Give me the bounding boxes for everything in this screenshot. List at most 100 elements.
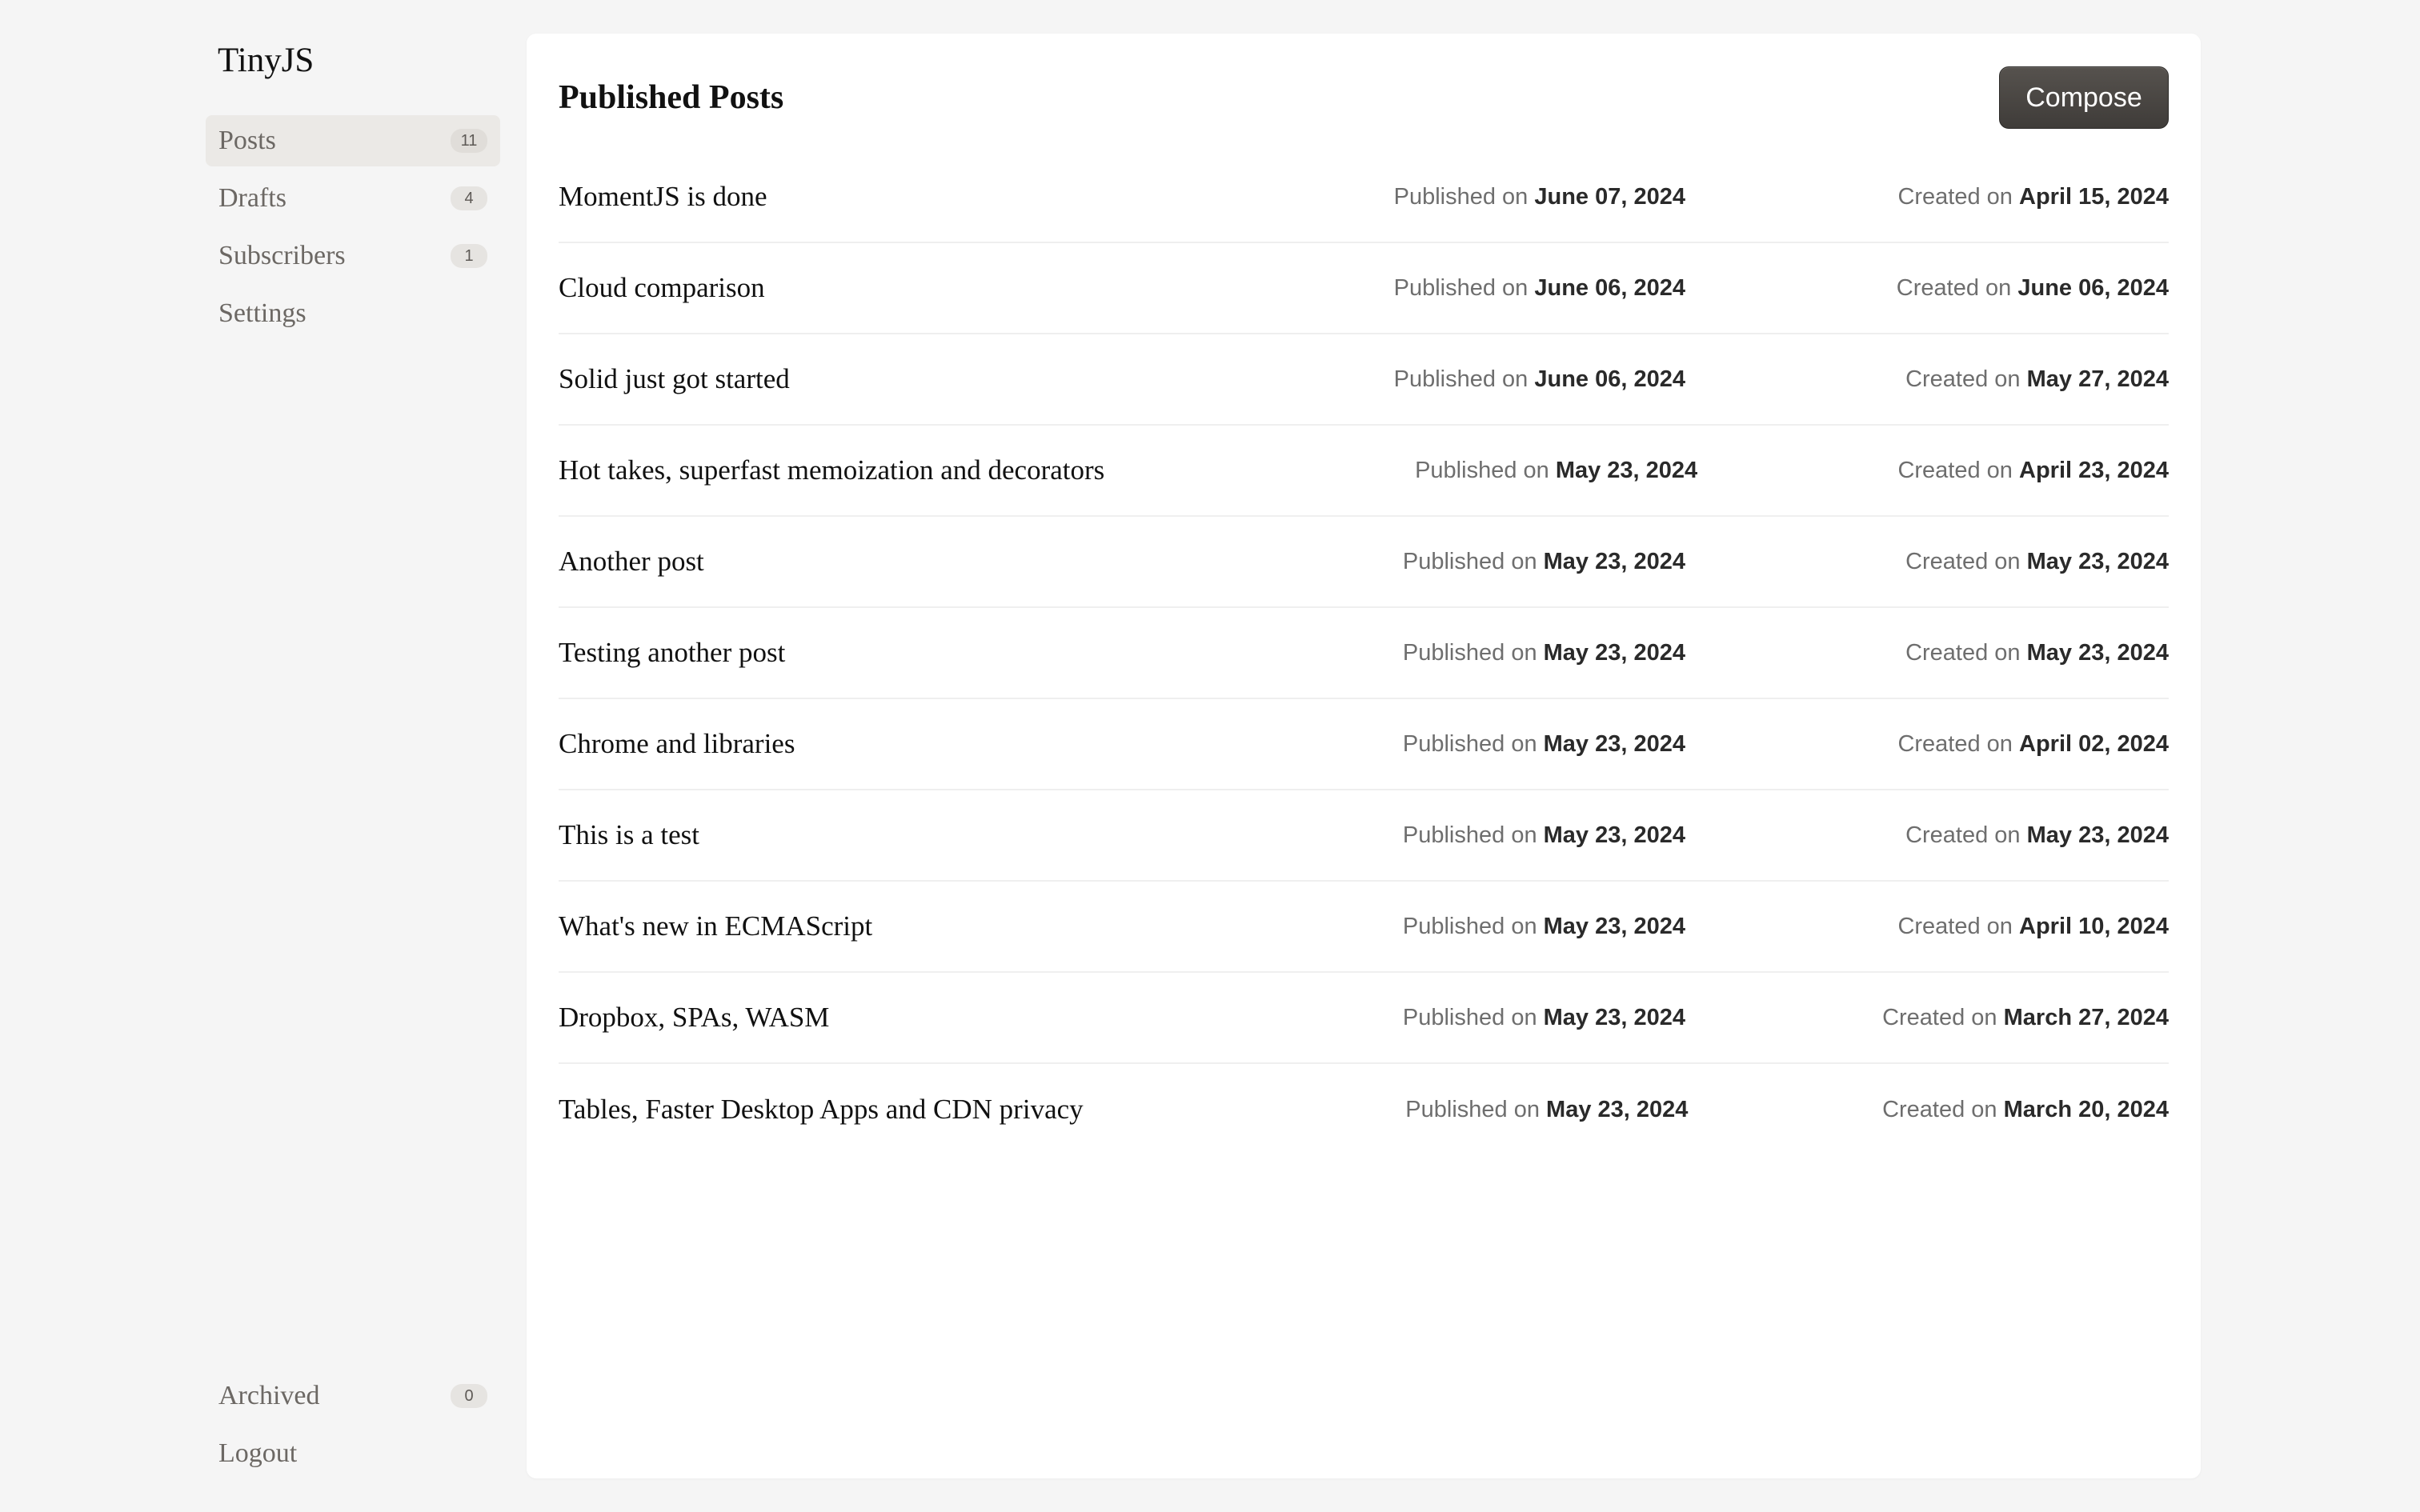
created-prefix: Created on	[1897, 457, 2013, 483]
created-date: Created on April 23, 2024	[1697, 458, 2169, 484]
post-row[interactable]: Solid just got started Published on June …	[559, 334, 2169, 426]
published-date: Published on May 23, 2024	[1077, 731, 1685, 758]
post-row[interactable]: Chrome and libraries Published on May 23,…	[559, 699, 2169, 790]
created-date: Created on April 15, 2024	[1685, 184, 2169, 210]
published-date-value: May 23, 2024	[1543, 639, 1685, 666]
published-date: Published on May 23, 2024	[1077, 914, 1685, 940]
published-prefix: Published on	[1393, 274, 1529, 301]
post-title[interactable]: Another post	[559, 546, 1077, 578]
post-row[interactable]: What's new in ECMAScript Published on May…	[559, 882, 2169, 973]
sidebar-item-settings[interactable]: Settings	[206, 288, 500, 339]
published-date-value: May 23, 2024	[1543, 913, 1685, 939]
created-date-value: May 27, 2024	[2026, 366, 2169, 392]
created-prefix: Created on	[1905, 366, 2021, 392]
published-date-value: May 23, 2024	[1543, 822, 1685, 848]
sidebar-item-drafts[interactable]: Drafts 4	[206, 173, 500, 224]
post-row[interactable]: Another post Published on May 23, 2024 Cre…	[559, 517, 2169, 608]
created-prefix: Created on	[1905, 639, 2021, 666]
post-row[interactable]: MomentJS is done Published on June 07, 20…	[559, 152, 2169, 243]
published-date-value: May 23, 2024	[1543, 730, 1685, 757]
published-date: Published on June 07, 2024	[1077, 184, 1685, 210]
published-date-value: June 07, 2024	[1534, 183, 1685, 210]
created-prefix: Created on	[1882, 1004, 1997, 1030]
published-date: Published on May 23, 2024	[1077, 1005, 1685, 1031]
count-badge: 11	[451, 129, 487, 153]
post-title[interactable]: Dropbox, SPAs, WASM	[559, 1002, 1077, 1034]
main-header: Published Posts Compose	[559, 66, 2169, 130]
count-badge: 1	[451, 244, 487, 268]
post-title[interactable]: Hot takes, superfast memoization and dec…	[559, 454, 1104, 486]
post-list: MomentJS is done Published on June 07, 20…	[559, 152, 2169, 1155]
published-prefix: Published on	[1402, 913, 1537, 939]
created-prefix: Created on	[1905, 548, 2021, 574]
created-date-value: June 06, 2024	[2017, 274, 2169, 301]
created-date-value: May 23, 2024	[2026, 639, 2169, 666]
created-prefix: Created on	[1882, 1096, 1997, 1122]
post-title[interactable]: This is a test	[559, 819, 1077, 851]
post-row[interactable]: Cloud comparison Published on June 06, 20…	[559, 243, 2169, 334]
post-title[interactable]: Cloud comparison	[559, 272, 1077, 304]
created-prefix: Created on	[1905, 822, 2021, 848]
post-row[interactable]: Hot takes, superfast memoization and dec…	[559, 426, 2169, 517]
published-date: Published on May 23, 2024	[1084, 1096, 1688, 1123]
published-prefix: Published on	[1402, 1004, 1537, 1030]
published-date: Published on June 06, 2024	[1077, 366, 1685, 393]
sidebar-item-label: Drafts	[218, 183, 286, 213]
published-prefix: Published on	[1402, 822, 1537, 848]
post-title[interactable]: Tables, Faster Desktop Apps and CDN priv…	[559, 1094, 1084, 1126]
sidebar-item-label: Archived	[218, 1381, 320, 1410]
published-date-value: June 06, 2024	[1534, 366, 1685, 392]
post-row[interactable]: Testing another post Published on May 23,…	[559, 608, 2169, 699]
sidebar-item-subscribers[interactable]: Subscribers 1	[206, 230, 500, 282]
brand-logo[interactable]: TinyJS	[218, 40, 314, 82]
created-date-value: March 27, 2024	[2003, 1004, 2169, 1030]
sidebar-item-logout[interactable]: Logout	[206, 1428, 500, 1479]
published-date-value: May 23, 2024	[1543, 1004, 1685, 1030]
sidebar-bottom-nav: Archived 0 Logout	[206, 1370, 500, 1486]
created-date: Created on March 20, 2024	[1688, 1097, 2169, 1123]
sidebar-item-label: Subscribers	[218, 241, 346, 270]
published-date-value: June 06, 2024	[1534, 274, 1685, 301]
sidebar-item-label: Settings	[218, 298, 307, 328]
sidebar-item-archived[interactable]: Archived 0	[206, 1370, 500, 1422]
published-prefix: Published on	[1415, 457, 1549, 483]
created-prefix: Created on	[1897, 183, 2013, 210]
created-date: Created on April 02, 2024	[1685, 731, 2169, 758]
published-prefix: Published on	[1393, 183, 1529, 210]
created-date: Created on May 23, 2024	[1685, 822, 2169, 849]
published-date-value: May 23, 2024	[1543, 548, 1685, 574]
count-badge: 0	[451, 1384, 487, 1408]
published-date: Published on May 23, 2024	[1077, 640, 1685, 666]
count-badge: 4	[451, 186, 487, 210]
published-date-value: May 23, 2024	[1555, 457, 1698, 483]
created-prefix: Created on	[1897, 730, 2013, 757]
post-title[interactable]: Chrome and libraries	[559, 728, 1077, 760]
published-prefix: Published on	[1393, 366, 1529, 392]
post-title[interactable]: Solid just got started	[559, 363, 1077, 395]
published-prefix: Published on	[1405, 1096, 1540, 1122]
created-date: Created on June 06, 2024	[1685, 275, 2169, 302]
post-row[interactable]: This is a test Published on May 23, 2024 C…	[559, 790, 2169, 882]
page-title: Published Posts	[559, 79, 784, 116]
created-date: Created on May 23, 2024	[1685, 640, 2169, 666]
created-prefix: Created on	[1896, 274, 2012, 301]
published-prefix: Published on	[1402, 730, 1537, 757]
post-title[interactable]: What's new in ECMAScript	[559, 910, 1077, 942]
created-date-value: May 23, 2024	[2026, 822, 2169, 848]
published-date: Published on May 23, 2024	[1077, 549, 1685, 575]
created-date-value: April 23, 2024	[2019, 457, 2169, 483]
main-panel: Published Posts Compose MomentJS is done…	[527, 34, 2201, 1478]
post-title[interactable]: MomentJS is done	[559, 181, 1077, 213]
created-date-value: May 23, 2024	[2026, 548, 2169, 574]
created-date-value: April 02, 2024	[2019, 730, 2169, 757]
sidebar-item-posts[interactable]: Posts 11	[206, 115, 500, 166]
created-date: Created on May 23, 2024	[1685, 549, 2169, 575]
published-date: Published on May 23, 2024	[1077, 822, 1685, 849]
published-prefix: Published on	[1402, 639, 1537, 666]
post-row[interactable]: Dropbox, SPAs, WASM Published on May 23, …	[559, 973, 2169, 1064]
created-date: Created on March 27, 2024	[1685, 1005, 2169, 1031]
post-row[interactable]: Tables, Faster Desktop Apps and CDN priv…	[559, 1064, 2169, 1155]
compose-button[interactable]: Compose	[1999, 66, 2169, 129]
post-title[interactable]: Testing another post	[559, 637, 1077, 669]
sidebar-nav: Posts 11 Drafts 4 Subscribers 1 Settings	[206, 115, 500, 346]
